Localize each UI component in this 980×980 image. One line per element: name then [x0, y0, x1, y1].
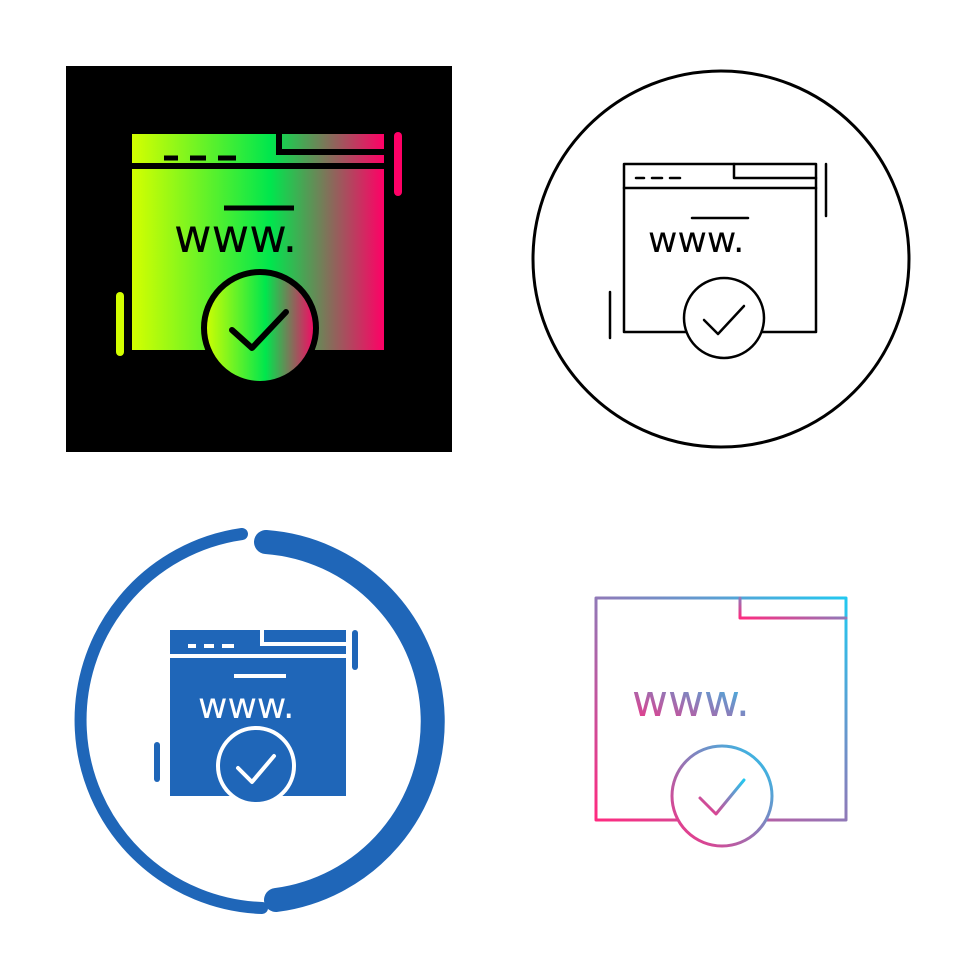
url-text: www.: [198, 686, 294, 727]
www-verified-browser-icon: www.: [66, 66, 452, 452]
url-text: www.: [174, 209, 297, 263]
www-verified-glyph-tile: www.: [66, 66, 452, 452]
side-bar-right: [394, 132, 402, 196]
side-bar-left: [116, 292, 124, 356]
www-verified-browser-icon: www.: [578, 596, 860, 848]
check-badge: [670, 744, 774, 848]
www-verified-browser-icon: www.: [74, 528, 445, 914]
www-verified-gradient-line-tile: www.: [528, 528, 914, 914]
www-verified-browser-icon: www.: [531, 69, 911, 449]
www-verified-line-tile: www.: [528, 66, 914, 452]
check-badge: [201, 269, 319, 387]
check-badge: [682, 276, 766, 360]
www-verified-solid-tile: www.: [66, 528, 452, 914]
check-badge: [216, 726, 296, 806]
url-text: www.: [648, 220, 744, 261]
url-text: www.: [632, 676, 750, 727]
